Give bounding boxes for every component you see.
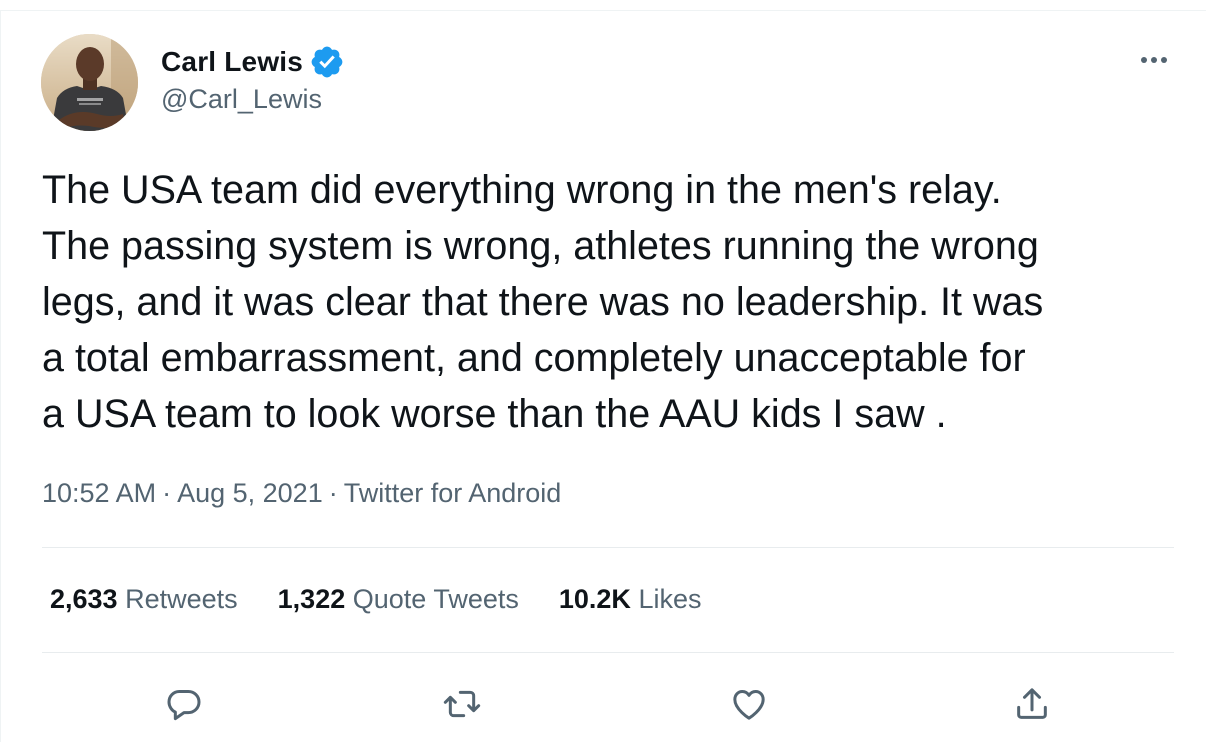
retweets-count: 2,633 (50, 584, 118, 614)
share-button[interactable] (1010, 682, 1054, 726)
meta-separator: · (328, 478, 338, 508)
left-border (0, 10, 1, 742)
divider (42, 547, 1174, 548)
avatar-photo-icon (41, 34, 138, 131)
meta-separator: · (162, 478, 172, 508)
tweet-time[interactable]: 10:52 AM (42, 478, 156, 508)
tweet-text: The USA team did everything wrong in the… (42, 168, 1044, 436)
display-name[interactable]: Carl Lewis (161, 46, 303, 78)
reply-icon (167, 690, 201, 721)
quote-tweets-count: 1,322 (277, 584, 346, 614)
like-icon (733, 690, 765, 720)
retweets-stat[interactable]: 2,633 Retweets (50, 584, 238, 615)
tweet-date[interactable]: Aug 5, 2021 (177, 478, 323, 508)
likes-stat[interactable]: 10.2K Likes (559, 584, 702, 615)
retweet-button[interactable] (440, 682, 484, 726)
like-button[interactable] (727, 682, 771, 726)
share-icon (1017, 688, 1047, 719)
divider (42, 652, 1174, 653)
avatar[interactable] (41, 34, 138, 131)
tweet-source[interactable]: Twitter for Android (344, 478, 562, 508)
retweets-label: Retweets (125, 584, 238, 614)
likes-count: 10.2K (558, 584, 631, 614)
verified-badge-icon (309, 44, 345, 80)
quote-tweets-label: Quote Tweets (352, 584, 519, 614)
author-handle[interactable]: @Carl_Lewis (161, 84, 322, 115)
quote-tweets-stat[interactable]: 1,322 Quote Tweets (278, 584, 519, 615)
top-border (0, 10, 1206, 11)
reply-button[interactable] (162, 682, 206, 726)
likes-label: Likes (638, 584, 702, 614)
tweet-meta: 10:52 AM · Aug 5, 2021 · Twitter for Android (42, 478, 561, 509)
author-name-row[interactable]: Carl Lewis (161, 42, 345, 82)
more-options-icon[interactable] (1136, 48, 1172, 72)
engagement-stats: 2,633 Retweets 1,322 Quote Tweets 10.2K … (50, 584, 741, 615)
retweet-icon (443, 690, 481, 718)
